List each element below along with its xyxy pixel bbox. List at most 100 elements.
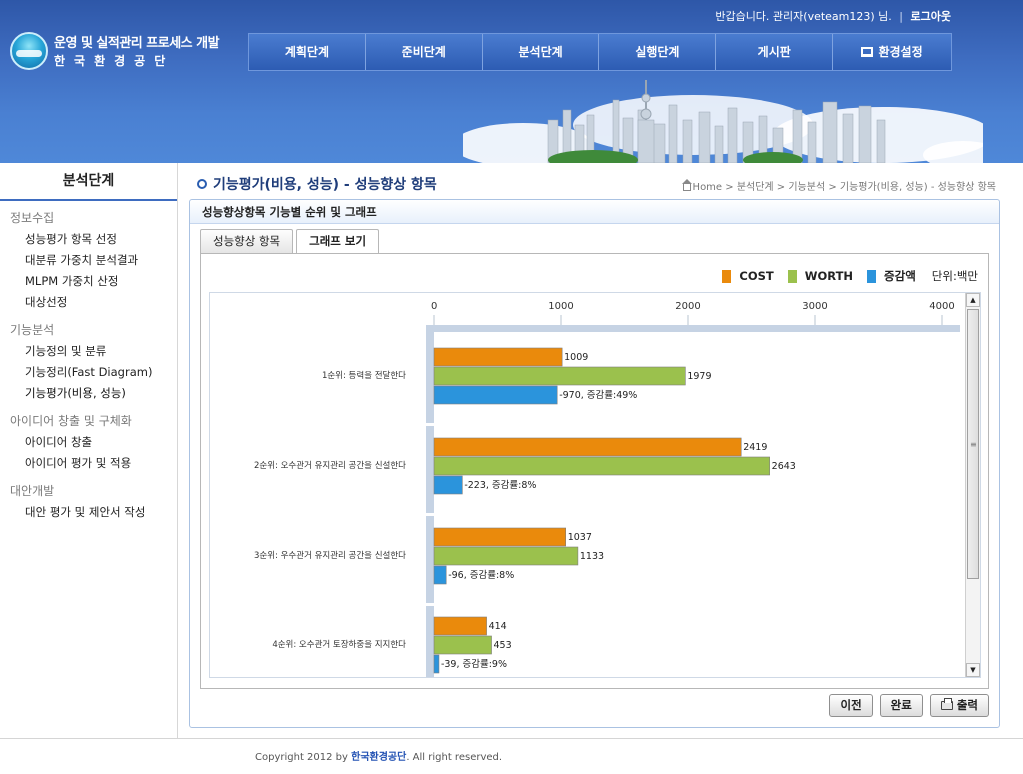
group-separator bbox=[426, 603, 434, 606]
sidebar-group-heading[interactable]: 기능분석 bbox=[0, 319, 177, 341]
copyright: Copyright 2012 by 한국환경공단. All right rese… bbox=[255, 748, 502, 763]
legend-label-diff: 증감액 bbox=[884, 269, 916, 283]
separator: | bbox=[899, 10, 904, 23]
tick-label: 4000 bbox=[929, 301, 954, 312]
data-label: 2419 bbox=[743, 442, 767, 453]
sidebar-item[interactable]: 기능정의 및 분류 bbox=[0, 341, 177, 362]
chart-scrollbar[interactable]: ▲ ▼ bbox=[965, 293, 980, 677]
bar-diff bbox=[433, 475, 463, 495]
data-label: 414 bbox=[489, 621, 507, 632]
bar-worth bbox=[433, 366, 686, 386]
sidebar-title: 분석단계 bbox=[0, 163, 177, 201]
sidebar-item[interactable]: 성능평가 항목 선정 bbox=[0, 229, 177, 250]
user-bar: 반갑습니다. 관리자(veteam123) 님. | 로그아웃 bbox=[715, 8, 951, 24]
sidebar-item[interactable]: 아이디어 평가 및 적용 bbox=[0, 453, 177, 474]
nav-analysis[interactable]: 분석단계 bbox=[483, 34, 600, 70]
action-buttons: 이전 완료 출력 bbox=[822, 694, 989, 717]
nav-plan[interactable]: 계획단계 bbox=[249, 34, 366, 70]
nav-execute-label: 실행단계 bbox=[635, 45, 680, 59]
copyright-prefix: Copyright 2012 by bbox=[255, 752, 352, 763]
complete-button[interactable]: 완료 bbox=[879, 694, 923, 717]
legend-label-cost: COST bbox=[739, 269, 774, 283]
footer: Copyright 2012 by 한국환경공단. All right rese… bbox=[0, 738, 1023, 774]
sidebar-group-heading[interactable]: 정보수집 bbox=[0, 207, 177, 229]
complete-button-label: 완료 bbox=[890, 698, 912, 712]
logo-emblem-icon bbox=[10, 32, 48, 70]
tick-label: 3000 bbox=[802, 301, 827, 312]
bar-cost bbox=[433, 616, 487, 636]
tick-label: 1000 bbox=[548, 301, 573, 312]
copyright-org-link[interactable]: 한국환경공단 bbox=[351, 752, 406, 763]
bar-cost bbox=[433, 527, 566, 547]
tab-bar: 성능향상 항목 그래프 보기 bbox=[200, 229, 382, 254]
logo-title: 운영 및 실적관리 프로세스 개발 bbox=[54, 36, 220, 51]
legend-swatch-diff bbox=[867, 269, 877, 283]
printer-icon bbox=[940, 698, 953, 710]
bar-worth bbox=[433, 546, 579, 566]
legend-swatch-cost bbox=[722, 269, 732, 283]
data-label: -223, 증감률:8% bbox=[464, 479, 536, 491]
tab-improvement-items[interactable]: 성능향상 항목 bbox=[200, 229, 294, 254]
axis-left-band bbox=[426, 325, 434, 677]
sidebar-item[interactable]: MLPM 가중치 산정 bbox=[0, 271, 177, 292]
category-label: 1순위: 등력을 전달한다 bbox=[322, 370, 406, 381]
graph-tab-content: COST WORTH 증감액 단위:백만 0 1000 2000 3000 4000 1순… bbox=[200, 253, 989, 689]
data-label: 2643 bbox=[772, 461, 796, 472]
tab-graph-view[interactable]: 그래프 보기 bbox=[296, 229, 380, 254]
nav-prepare-label: 준비단계 bbox=[401, 45, 446, 59]
data-label: 1133 bbox=[580, 551, 604, 562]
sidebar-group-idea: 아이디어 창출 및 구체화 아이디어 창출 아이디어 평가 및 적용 bbox=[0, 410, 177, 474]
unit-label: 단위:백만 bbox=[931, 269, 978, 283]
nav-settings[interactable]: 환경설정 bbox=[833, 34, 951, 70]
scroll-up-icon[interactable]: ▲ bbox=[966, 293, 980, 307]
legend-label-worth: WORTH bbox=[804, 269, 854, 283]
bar-diff bbox=[433, 654, 440, 674]
sidebar-item[interactable]: 기능정리(Fast Diagram) bbox=[0, 362, 177, 383]
nav-board-label: 게시판 bbox=[757, 45, 791, 59]
legend-cost: COST bbox=[722, 269, 774, 283]
monitor-icon bbox=[861, 47, 874, 57]
page-title-text: 기능평가(비용, 성능) - 성능향상 항목 bbox=[213, 177, 437, 193]
legend-swatch-worth bbox=[787, 269, 797, 283]
panel-title: 성능향상항목 기능별 순위 및 그래프 bbox=[190, 200, 999, 224]
sidebar-item-active[interactable]: 기능평가(비용, 성능) bbox=[0, 383, 177, 404]
sidebar-group-heading[interactable]: 대안개발 bbox=[0, 480, 177, 502]
scroll-down-icon[interactable]: ▼ bbox=[966, 663, 980, 677]
group-separator bbox=[426, 423, 434, 426]
chart-area[interactable]: 0 1000 2000 3000 4000 1순위: 등력을 전달한다 1009 1979 -9… bbox=[209, 292, 981, 678]
tick-label: 0 bbox=[431, 301, 437, 312]
sidebar-item[interactable]: 아이디어 창출 bbox=[0, 432, 177, 453]
header: 운영 및 실적관리 프로세스 개발 한국환경공단 반갑습니다. 관리자(vete… bbox=[0, 0, 1023, 163]
home-icon bbox=[681, 179, 692, 191]
breadcrumb: Home > 분석단계 > 기능분석 > 기능평가(비용, 성능) - 성능향상… bbox=[681, 178, 996, 193]
bar-chart: 0 1000 2000 3000 4000 1순위: 등력을 전달한다 1009 1979 -9… bbox=[254, 301, 960, 677]
data-label: -39, 증감률:9% bbox=[441, 658, 507, 670]
logout-link[interactable]: 로그아웃 bbox=[911, 10, 951, 23]
nav-execute[interactable]: 실행단계 bbox=[599, 34, 717, 70]
bar-cost bbox=[433, 437, 742, 457]
data-label: -96, 증감률:8% bbox=[448, 569, 514, 581]
group-separator bbox=[426, 513, 434, 516]
nav-prepare[interactable]: 준비단계 bbox=[366, 34, 483, 70]
nav-board[interactable]: 게시판 bbox=[716, 34, 834, 70]
print-button-label: 출력 bbox=[956, 698, 978, 712]
scroll-thumb[interactable] bbox=[967, 309, 979, 579]
tick-label: 2000 bbox=[675, 301, 700, 312]
data-label: 1037 bbox=[568, 532, 592, 543]
sidebar-item[interactable]: 대분류 가중치 분석결과 bbox=[0, 250, 177, 271]
sidebar-item[interactable]: 대상선정 bbox=[0, 292, 177, 313]
category-label: 2순위: 오수관거 유지관리 공간을 신설한다 bbox=[254, 460, 406, 471]
prev-button[interactable]: 이전 bbox=[829, 694, 873, 717]
sidebar-group-info: 정보수집 성능평가 항목 선정 대분류 가중치 분석결과 MLPM 가중치 산정… bbox=[0, 207, 177, 313]
sidebar-item[interactable]: 대안 평가 및 제안서 작성 bbox=[0, 502, 177, 523]
graph-panel: 성능향상항목 기능별 순위 및 그래프 성능향상 항목 그래프 보기 COST … bbox=[189, 199, 1000, 728]
main-nav: 계획단계 준비단계 분석단계 실행단계 게시판 환경설정 bbox=[248, 33, 952, 71]
bar-diff bbox=[433, 385, 558, 405]
sidebar: 분석단계 정보수집 성능평가 항목 선정 대분류 가중치 분석결과 MLPM 가… bbox=[0, 163, 178, 738]
city-skyline-illustration bbox=[463, 80, 983, 163]
legend-diff: 증감액 bbox=[867, 268, 916, 284]
print-button[interactable]: 출력 bbox=[929, 694, 989, 717]
logo-subtitle: 한국환경공단 bbox=[54, 54, 175, 68]
sidebar-group-heading[interactable]: 아이디어 창출 및 구체화 bbox=[0, 410, 177, 432]
sidebar-group-function: 기능분석 기능정의 및 분류 기능정리(Fast Diagram) 기능평가(비… bbox=[0, 319, 177, 404]
